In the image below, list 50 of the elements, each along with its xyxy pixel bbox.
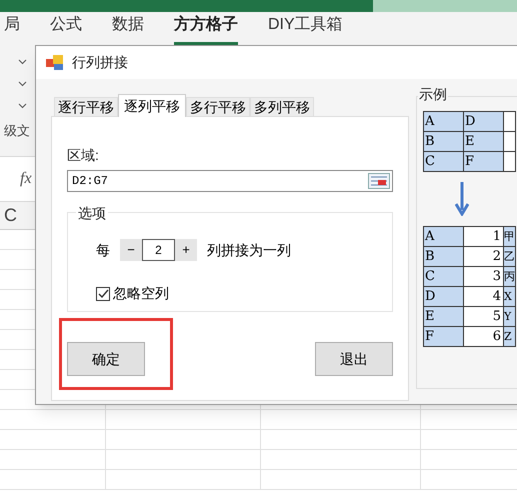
table-cell: 乙 (504, 247, 516, 267)
increment-button[interactable]: + (175, 239, 197, 261)
table-cell: Y (504, 307, 516, 327)
down-arrow-icon (455, 182, 469, 216)
table-cell: A (424, 227, 464, 247)
range-field[interactable]: D2:G7 (67, 170, 393, 192)
table-cell: E (424, 307, 464, 327)
table-cell: E (464, 132, 504, 152)
column-header: C (3, 204, 17, 227)
group-label: 级文 (4, 122, 30, 140)
exit-button[interactable]: 退出 (315, 342, 393, 376)
table-cell: D (424, 287, 464, 307)
table-cell: D (464, 112, 504, 132)
table-cell: F (424, 327, 464, 347)
dialog-tab[interactable]: 多行平移 (186, 97, 250, 116)
table-cell: 1 (464, 227, 504, 247)
table-cell: C (424, 152, 464, 172)
range-label: 区域: (67, 146, 100, 165)
table-cell: X (504, 287, 516, 307)
per-label: 每 (96, 240, 110, 260)
table-cell: A (424, 112, 464, 132)
dialog-title: 行列拼接 (72, 53, 128, 72)
app-icon (46, 54, 64, 70)
table-cell: 4 (464, 287, 504, 307)
ribbon-tab[interactable]: 公式 (50, 13, 82, 45)
table-cell: B (424, 132, 464, 152)
table-cell: 丙 (504, 267, 516, 287)
ribbon-tab[interactable]: 数据 (112, 13, 144, 45)
checkbox-label: 忽略空列 (113, 284, 169, 303)
table-cell: F (464, 152, 504, 172)
ribbon-tab[interactable]: DIY工具箱 (268, 13, 343, 45)
count-field[interactable]: 2 (142, 239, 175, 261)
ok-button[interactable]: 确定 (67, 342, 145, 376)
table-cell: Z (504, 327, 516, 347)
table-cell: 甲 (504, 227, 516, 247)
ribbon-tab[interactable]: 局 (4, 13, 20, 45)
decrement-button[interactable]: − (120, 239, 142, 261)
table-cell: 6 (464, 327, 504, 347)
table-cell: C (424, 267, 464, 287)
function-label[interactable]: fx (20, 167, 32, 191)
table-cell: 2 (464, 247, 504, 267)
dialog-tab[interactable]: 多列平移 (250, 97, 314, 116)
stepper-suffix: 列拼接为一列 (207, 240, 291, 260)
table-cell: B (424, 247, 464, 267)
dialog-tab[interactable]: 逐行平移 (54, 97, 118, 116)
table-cell: 3 (464, 267, 504, 287)
range-picker-icon[interactable] (368, 173, 390, 189)
dialog-tab[interactable]: 逐列平移 (118, 94, 186, 117)
table-cell: 5 (464, 307, 504, 327)
checkbox[interactable] (96, 286, 110, 300)
